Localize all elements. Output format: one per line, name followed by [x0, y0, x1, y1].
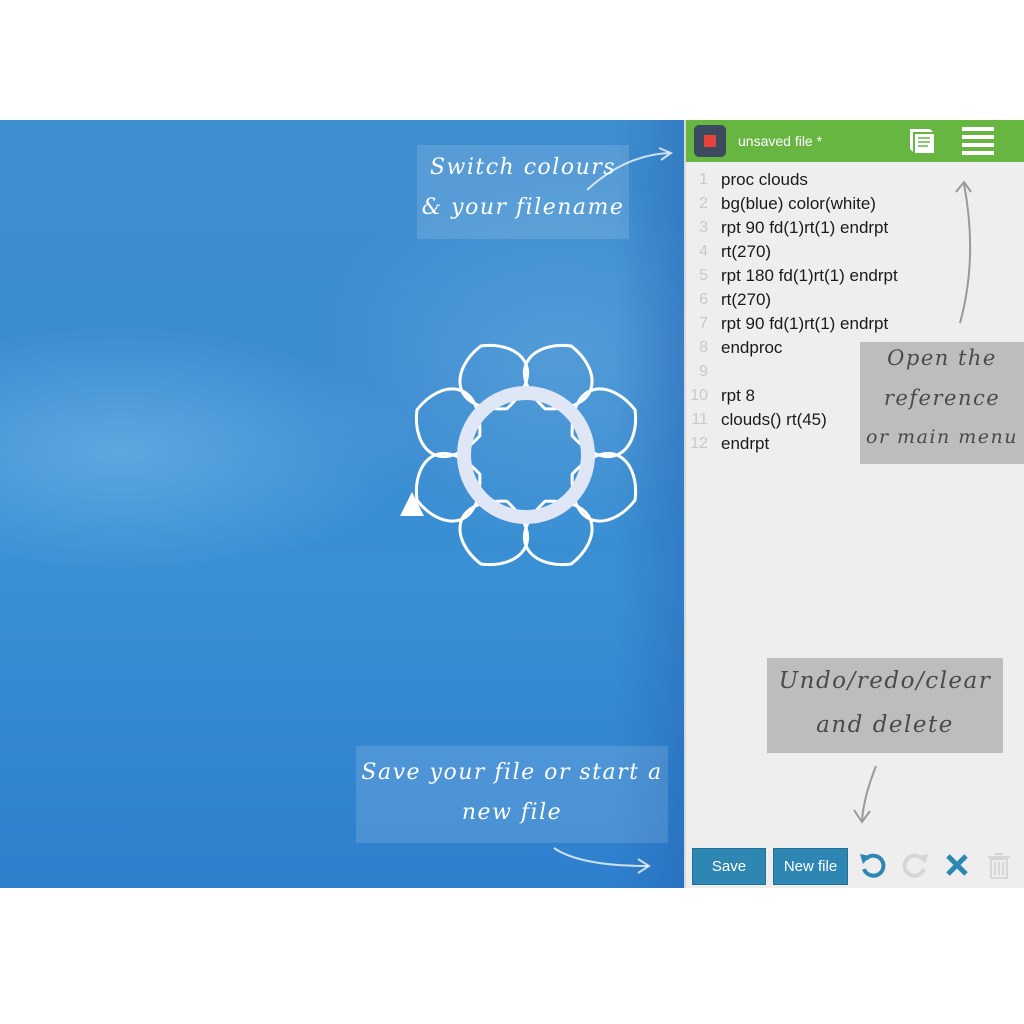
- code-text[interactable]: endrpt: [721, 434, 769, 454]
- trash-icon: [988, 853, 1010, 879]
- book-icon: [910, 129, 934, 153]
- new-file-button[interactable]: New file: [773, 848, 848, 885]
- line-number: 6: [699, 291, 708, 308]
- hint-arrow-reference: [955, 180, 972, 324]
- menu-icon: [962, 127, 994, 155]
- clear-button[interactable]: [942, 850, 972, 880]
- hint-arrow-save: [553, 847, 651, 874]
- line-number: 4: [699, 243, 708, 260]
- line-number: 8: [699, 339, 708, 356]
- colour-switch-button[interactable]: [694, 125, 726, 157]
- editor-toolbar: unsaved file *: [686, 120, 1024, 162]
- line-number: 1: [699, 171, 708, 188]
- code-text[interactable]: rt(270): [721, 290, 771, 310]
- undo-button[interactable]: [858, 850, 888, 880]
- code-text[interactable]: clouds() rt(45): [721, 410, 827, 430]
- code-text[interactable]: proc clouds: [721, 170, 808, 190]
- code-editor-panel: unsaved file * 1 proc clouds 2 bg(blue) col…: [684, 120, 1024, 888]
- code-text[interactable]: rpt 90 fd(1)rt(1) endrpt: [721, 314, 888, 334]
- flower-shape: [414, 343, 638, 567]
- code-text[interactable]: rt(270): [721, 242, 771, 262]
- filename-label[interactable]: unsaved file *: [738, 133, 822, 149]
- hint-undo-line-2: and delete: [816, 712, 954, 738]
- clear-icon: [946, 854, 968, 876]
- line-number: 7: [699, 315, 708, 332]
- code-text[interactable]: rpt 8: [721, 386, 755, 406]
- line-number: 3: [699, 219, 708, 236]
- hint-undo-redo: Undo/redo/clear and delete: [767, 658, 1003, 753]
- code-text[interactable]: bg(blue) color(white): [721, 194, 876, 214]
- hint-reference-line-2: reference: [883, 386, 1001, 410]
- delete-button[interactable]: [984, 850, 1014, 880]
- code-text[interactable]: rpt 180 fd(1)rt(1) endrpt: [721, 266, 898, 286]
- drawing-canvas[interactable]: Switch colours & your filename Save your…: [0, 120, 684, 888]
- hint-arrow-colours: [586, 147, 674, 191]
- code-text[interactable]: rpt 90 fd(1)rt(1) endrpt: [721, 218, 888, 238]
- reference-button[interactable]: [904, 126, 938, 156]
- hint-save-line-2: new file: [461, 800, 563, 825]
- undo-icon: [860, 853, 886, 878]
- hint-reference-line-1: Open the: [887, 346, 997, 370]
- line-number: 2: [699, 195, 708, 212]
- hint-arrow-undo: [853, 765, 877, 824]
- line-number: 10: [690, 387, 708, 404]
- hint-open-reference: Open the reference or main menu: [860, 342, 1024, 464]
- redo-button[interactable]: [900, 850, 930, 880]
- line-number: 9: [699, 363, 708, 380]
- inner-ring: [457, 386, 595, 524]
- line-number: 11: [691, 411, 708, 428]
- colour-swatch-icon: [704, 135, 716, 147]
- line-number: 12: [690, 435, 708, 452]
- hint-reference-line-3: or main menu: [866, 426, 1018, 448]
- hint-save-file: Save your file or start a new file: [356, 746, 668, 843]
- hint-undo-line-1: Undo/redo/clear: [778, 668, 992, 694]
- main-menu-button[interactable]: [960, 126, 996, 156]
- code-text[interactable]: endproc: [721, 338, 782, 358]
- hint-save-line-1: Save your file or start a: [361, 760, 663, 785]
- app: Switch colours & your filename Save your…: [0, 120, 1024, 888]
- save-button[interactable]: Save: [692, 848, 766, 885]
- redo-icon: [902, 853, 928, 878]
- line-number: 5: [699, 267, 708, 284]
